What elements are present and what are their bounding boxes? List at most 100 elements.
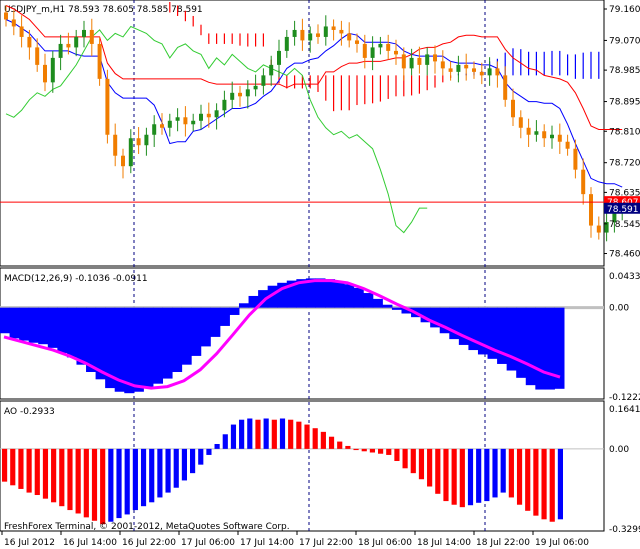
macd-bar [535, 307, 546, 390]
bear-candle [589, 194, 593, 226]
macd-bar [19, 307, 30, 341]
ao-bar [42, 448, 49, 499]
price-tick-label: 78.895 [609, 98, 640, 108]
ao-bar [271, 419, 277, 449]
bear-candle [581, 169, 586, 195]
macd-bar [353, 287, 364, 308]
bear-candle [105, 78, 110, 135]
ao-bar [533, 448, 539, 516]
macd-bar [363, 293, 374, 308]
macd-bar [181, 307, 192, 365]
macd-axis-label: 0.0433 [609, 272, 640, 282]
bull-candle [152, 124, 157, 135]
ao-bar [525, 448, 531, 511]
price-tick-label: 78.810 [609, 127, 640, 137]
bear-candle [19, 26, 24, 37]
time-tick-label: 19 Jul 06:00 [535, 538, 589, 548]
ao-bar [386, 448, 392, 455]
ao-bar [288, 419, 294, 449]
ao-bar [255, 419, 261, 449]
bull-candle [534, 131, 539, 135]
copyright-text: FreshForex Terminal, © 2001-2012, MetaQu… [4, 522, 290, 532]
bear-candle [386, 43, 391, 51]
price-pane-title: USDJPY_m,H1 78.593 78.605 78.585 78.591 [4, 5, 203, 15]
ao-bar [247, 418, 253, 449]
ao-bar [222, 434, 228, 449]
ao-bar [75, 448, 81, 514]
ao-bar [206, 448, 212, 455]
bear-candle [495, 68, 500, 76]
macd-bar [191, 307, 202, 356]
ao-pane-title: AO -0.2933 [4, 407, 55, 417]
macd-bar [172, 307, 183, 372]
ao-bar [410, 448, 416, 474]
ao-bar [320, 431, 326, 449]
ao-bar [190, 448, 196, 474]
bear-candle [511, 99, 515, 118]
price-tick-label: 78.460 [609, 250, 640, 260]
bear-candle [113, 134, 118, 156]
time-tick-label: 16 Jul 14:00 [63, 538, 117, 548]
price-tick-label: 79.070 [609, 36, 640, 46]
ao-axis-label: -0.3299 [609, 525, 640, 535]
macd-bar [9, 307, 20, 339]
bull-candle [167, 120, 172, 128]
ao-bar [116, 448, 122, 519]
bull-candle [550, 134, 554, 139]
ao-bar [394, 448, 400, 462]
ao-bar [508, 448, 514, 498]
ao-bar [173, 448, 179, 488]
ao-bar [476, 448, 482, 503]
bear-candle [440, 61, 445, 69]
bull-candle [50, 57, 55, 83]
ao-bar [402, 448, 408, 469]
bear-candle [479, 71, 484, 76]
bull-candle [277, 50, 281, 65]
ao-bar [304, 424, 310, 449]
ao-bar [500, 448, 506, 493]
time-tick-label: 17 Jul 14:00 [240, 538, 294, 548]
time-tick-label: 17 Jul 22:00 [299, 538, 353, 548]
bear-candle [206, 113, 211, 118]
time-tick-label: 18 Jul 14:00 [417, 538, 471, 548]
macd-bar [219, 307, 230, 326]
ao-bar [214, 444, 220, 449]
bear-candle [573, 148, 578, 170]
time-tick-label: 18 Jul 06:00 [358, 538, 412, 548]
bear-candle [362, 43, 367, 58]
ao-bar [312, 428, 318, 449]
bull-candle [323, 26, 328, 37]
bear-candle [401, 54, 406, 69]
ao-bar [198, 448, 204, 465]
ao-bar [18, 448, 24, 489]
bear-candle [557, 134, 562, 142]
macd-bar [200, 307, 211, 347]
macd-bar [57, 307, 68, 353]
bear-candle [596, 225, 601, 233]
bull-candle [144, 134, 149, 146]
macd-bar [47, 307, 58, 348]
ao-bar [34, 448, 40, 496]
ao-bar [67, 448, 73, 511]
bear-candle [331, 26, 336, 30]
bear-candle [417, 57, 422, 65]
bull-candle [191, 120, 196, 125]
ao-bar [484, 448, 490, 502]
ao-bar [140, 448, 147, 507]
bull-candle [487, 68, 492, 76]
macd-bar [66, 307, 77, 358]
macd-bar [28, 307, 39, 343]
macd-pane-title: MACD(12,26,9) -0.1036 -0.0911 [4, 274, 148, 284]
macd-bar [325, 279, 336, 308]
ao-axis-label: 0.1641 [609, 405, 640, 415]
ao-bar [296, 421, 302, 449]
macd-bar [133, 307, 144, 392]
bear-candle [43, 64, 47, 83]
bear-candle [97, 43, 102, 79]
macd-bar [372, 298, 383, 308]
ao-bar [2, 448, 8, 482]
bear-candle [448, 68, 453, 72]
bear-candle [433, 54, 437, 62]
ao-bar [345, 445, 351, 449]
ao-bar [557, 448, 563, 520]
